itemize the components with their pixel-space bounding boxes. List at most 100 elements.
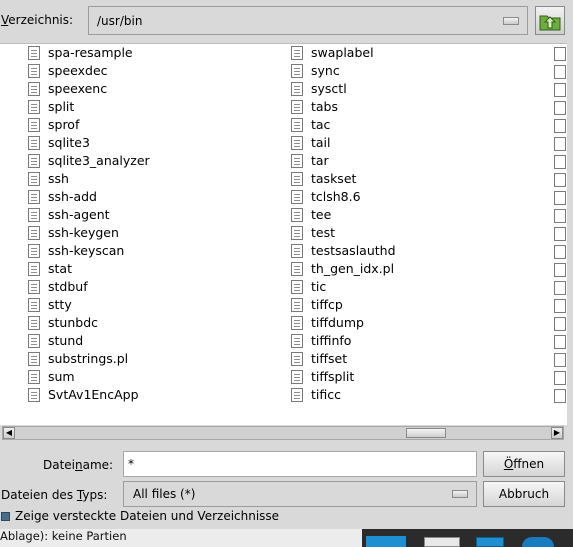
file-icon <box>28 334 40 348</box>
filetype-label: Dateien des Typs: <box>1 488 107 502</box>
show-hidden-label[interactable]: Zeige versteckte Dateien und Verzeichnis… <box>15 509 279 523</box>
list-item[interactable]: tiffcp <box>291 296 531 314</box>
file-name: tclsh8.6 <box>311 189 361 204</box>
list-item[interactable]: tar <box>291 152 531 170</box>
file-name: swaplabel <box>311 45 374 60</box>
list-item[interactable]: th_gen_idx.pl <box>291 260 531 278</box>
show-hidden-checkbox[interactable] <box>1 512 10 521</box>
list-item[interactable]: tclsh8.6 <box>291 188 531 206</box>
file-icon <box>554 191 566 205</box>
cancel-button[interactable]: Abbruch <box>483 481 565 507</box>
file-name: spa-resample <box>48 45 133 60</box>
list-item[interactable]: stunbdc <box>28 314 268 332</box>
filetype-value: All files (*) <box>133 487 196 501</box>
file-name: tabs <box>311 99 339 114</box>
list-item[interactable]: ssh-keygen <box>28 224 268 242</box>
file-icon <box>28 316 40 330</box>
file-name: stunbdc <box>48 315 98 330</box>
scrollbar-thumb[interactable] <box>406 428 447 438</box>
file-icon <box>28 154 40 168</box>
list-item[interactable]: swaplabel <box>291 44 531 62</box>
filename-label-post: ame: <box>82 458 114 472</box>
file-name: tar <box>311 153 329 168</box>
list-item[interactable]: tiffdump <box>291 314 531 332</box>
file-icon <box>28 64 40 78</box>
list-item[interactable]: tic <box>291 278 531 296</box>
file-icon <box>554 173 566 187</box>
list-item[interactable]: spa-resample <box>28 44 268 62</box>
file-name: SvtAv1EncApp <box>48 387 139 402</box>
files-icon[interactable] <box>476 537 504 547</box>
file-name: sum <box>48 369 75 384</box>
list-item[interactable]: stund <box>28 332 268 350</box>
scroll-left-button[interactable]: ◀ <box>3 427 15 439</box>
list-item[interactable]: tail <box>291 134 531 152</box>
file-icon <box>554 371 566 385</box>
list-item[interactable]: tificc <box>291 386 531 404</box>
list-item[interactable]: taskset <box>291 170 531 188</box>
file-icon <box>28 352 40 366</box>
filename-value: * <box>128 457 134 471</box>
list-item[interactable]: stat <box>28 260 268 278</box>
file-name: split <box>48 99 75 114</box>
file-icon <box>28 208 40 222</box>
file-name: th_gen_idx.pl <box>311 261 395 276</box>
list-item[interactable]: sync <box>291 62 531 80</box>
file-icon <box>291 262 303 276</box>
list-item[interactable]: stty <box>28 296 268 314</box>
list-item[interactable]: split <box>28 98 268 116</box>
filetype-select[interactable]: All files (*) <box>123 481 477 507</box>
list-item[interactable]: speexdec <box>28 62 268 80</box>
list-item[interactable]: tiffinfo <box>291 332 531 350</box>
chevron-down-icon <box>452 490 468 498</box>
file-icon <box>28 100 40 114</box>
list-item[interactable]: test <box>291 224 531 242</box>
list-item[interactable]: sum <box>28 368 268 386</box>
file-name: ssh-keygen <box>48 225 119 240</box>
directory-combobox[interactable]: /usr/bin <box>88 6 528 35</box>
list-item[interactable]: tiffsplit <box>291 368 531 386</box>
file-icon <box>28 226 40 240</box>
browser-icon[interactable] <box>522 537 554 547</box>
file-name: substrings.pl <box>48 351 129 366</box>
taskbar-app-icon[interactable] <box>366 536 406 547</box>
list-item[interactable]: speexenc <box>28 80 268 98</box>
file-icon <box>291 172 303 186</box>
list-item[interactable]: ssh <box>28 170 268 188</box>
list-item[interactable]: stdbuf <box>28 278 268 296</box>
file-icon <box>291 136 303 150</box>
list-item[interactable]: tiffset <box>291 350 531 368</box>
file-icon <box>28 388 40 402</box>
directory-label: Verzeichnis: <box>1 13 73 27</box>
list-item[interactable]: testsaslauthd <box>291 242 531 260</box>
file-name: speexdec <box>48 63 108 78</box>
list-item[interactable]: ssh-add <box>28 188 268 206</box>
list-item[interactable]: ssh-keyscan <box>28 242 268 260</box>
terminal-icon[interactable] <box>424 537 460 547</box>
list-item[interactable]: tee <box>291 206 531 224</box>
list-item[interactable]: sqlite3 <box>28 134 268 152</box>
list-item[interactable]: sysctl <box>291 80 531 98</box>
scroll-right-button[interactable]: ▶ <box>551 427 563 439</box>
list-item[interactable]: tac <box>291 116 531 134</box>
file-icon <box>291 100 303 114</box>
file-name: speexenc <box>48 81 108 96</box>
filename-input[interactable]: * <box>123 451 477 477</box>
list-item[interactable]: sprof <box>28 116 268 134</box>
file-icon <box>554 137 566 151</box>
filename-label-pre: Datei <box>43 458 76 472</box>
file-icon <box>291 64 303 78</box>
list-item[interactable]: ssh-agent <box>28 206 268 224</box>
file-icon <box>291 352 303 366</box>
file-list[interactable]: spa-resample speexdec speexenc split sprof sq… <box>0 43 567 425</box>
file-icon <box>291 334 303 348</box>
horizontal-scrollbar[interactable]: ◀ ▶ <box>2 426 564 440</box>
up-directory-button[interactable] <box>535 6 565 35</box>
list-item[interactable]: substrings.pl <box>28 350 268 368</box>
open-button[interactable]: Öffnen <box>483 451 565 477</box>
taskbar <box>362 529 573 547</box>
list-item[interactable]: sqlite3_analyzer <box>28 152 268 170</box>
list-item[interactable]: tabs <box>291 98 531 116</box>
list-item[interactable]: SvtAv1EncApp <box>28 386 268 404</box>
file-icon <box>291 118 303 132</box>
